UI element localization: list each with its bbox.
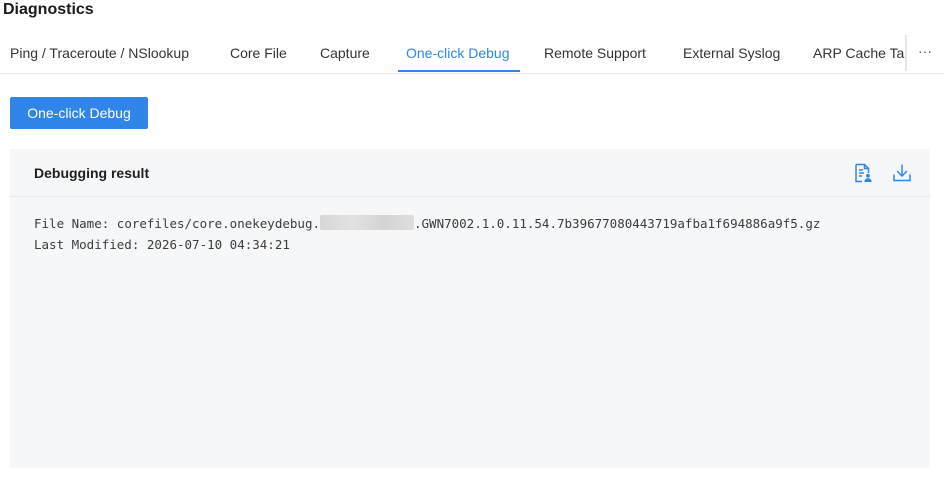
panel-title: Debugging result <box>34 165 150 181</box>
file-name-line: File Name: corefiles/core.onekeydebug. .G… <box>34 213 820 234</box>
file-name-prefix: corefiles/core.onekeydebug. <box>116 216 320 231</box>
tab-core-file[interactable]: Core File <box>230 43 287 63</box>
page-title: Diagnostics <box>3 1 94 18</box>
tab-arp-cache-table[interactable]: ARP Cache Table <box>813 43 907 63</box>
tab-scroll-divider <box>905 35 907 71</box>
document-user-icon[interactable] <box>852 162 874 184</box>
last-modified-line: Last Modified: 2026-07-10 04:34:21 <box>34 234 820 255</box>
ellipsis-icon: ··· <box>918 43 932 59</box>
file-name-label: File Name: <box>34 216 117 231</box>
active-tab-indicator <box>398 70 520 72</box>
tab-remote-support[interactable]: Remote Support <box>544 43 646 63</box>
redacted-block <box>320 215 414 230</box>
more-tabs-button[interactable]: ··· <box>918 41 944 65</box>
result-content: File Name: corefiles/core.onekeydebug. .G… <box>34 213 820 255</box>
tab-capture[interactable]: Capture <box>320 43 370 63</box>
tab-scroll-area: Ping / Traceroute / NSlookup Core File C… <box>0 33 907 73</box>
last-modified-label: Last Modified: <box>34 237 147 252</box>
tab-bar: Ping / Traceroute / NSlookup Core File C… <box>0 33 944 74</box>
file-name-suffix: .GWN7002.1.0.11.54.7b39677080443719afba1… <box>414 216 821 231</box>
panel-header: Debugging result <box>10 149 930 197</box>
tab-one-click-debug[interactable]: One-click Debug <box>406 43 510 63</box>
tab-ping-traceroute-nslookup[interactable]: Ping / Traceroute / NSlookup <box>10 43 189 63</box>
last-modified-value: 2026-07-10 04:34:21 <box>146 237 290 252</box>
one-click-debug-button[interactable]: One-click Debug <box>10 97 148 129</box>
download-icon[interactable] <box>891 162 913 184</box>
tab-external-syslog[interactable]: External Syslog <box>683 43 780 63</box>
debugging-result-panel: Debugging result File Name: corefiles/co <box>10 149 930 468</box>
